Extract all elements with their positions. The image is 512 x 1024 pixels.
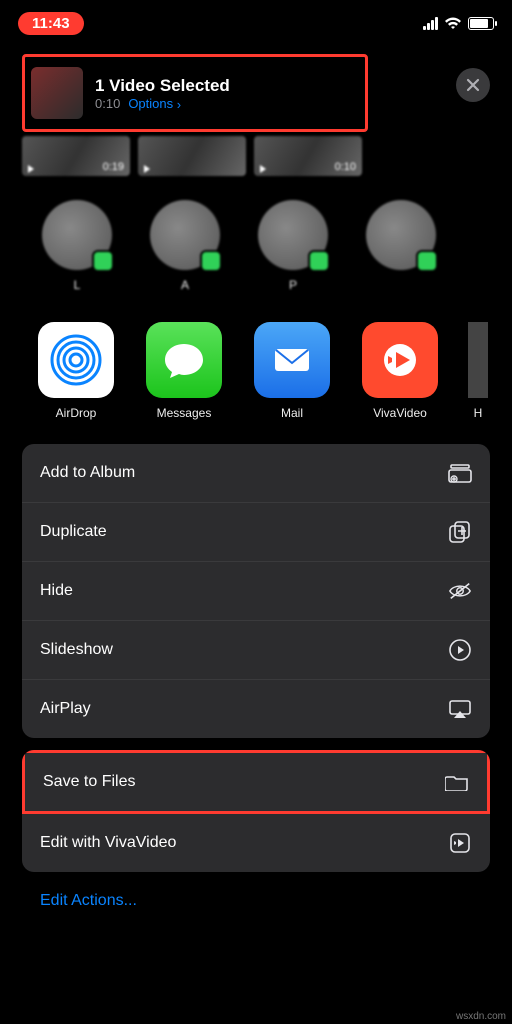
action-slideshow[interactable]: Slideshow (22, 621, 490, 680)
mail-icon (254, 322, 330, 398)
contact-name: P (289, 278, 297, 306)
status-bar: 11:43 (0, 0, 512, 40)
action-label: Hide (40, 582, 73, 600)
battery-icon (468, 17, 494, 30)
watermark: wsxdn.com (456, 1011, 506, 1022)
action-label: Add to Album (40, 464, 135, 482)
actions-list-2: Save to Files Edit with VivaVideo (22, 750, 490, 872)
app-icon (468, 322, 488, 398)
video-strip-item[interactable]: 0:19 (22, 136, 130, 176)
selected-media-card[interactable]: 1 Video Selected 0:10 Options › (22, 54, 368, 132)
app-label: VivaVideo (373, 406, 427, 420)
share-apps-row[interactable]: AirDrop Messages Mail VivaVideo H (36, 322, 512, 420)
cellular-signal-icon (423, 17, 438, 30)
video-strip[interactable]: 0:19 0:10 (22, 136, 490, 176)
avatar (42, 200, 112, 270)
imessage-badge-icon (308, 250, 330, 272)
contact[interactable] (362, 200, 440, 306)
app-label: Mail (281, 406, 303, 420)
app-label: Messages (157, 406, 212, 420)
action-airplay[interactable]: AirPlay (22, 680, 490, 738)
share-header: 1 Video Selected 0:10 Options › (22, 54, 490, 132)
action-label: AirPlay (40, 700, 91, 718)
airdrop-contacts-row[interactable]: L A P (38, 200, 512, 306)
action-save-to-files[interactable]: Save to Files (25, 753, 487, 811)
app-airdrop[interactable]: AirDrop (36, 322, 116, 420)
video-strip-item[interactable] (138, 136, 246, 176)
action-duplicate[interactable]: Duplicate (22, 503, 490, 562)
video-strip-item[interactable]: 0:10 (254, 136, 362, 176)
contact[interactable]: L (38, 200, 116, 306)
options-link[interactable]: Options › (128, 96, 181, 111)
messages-icon (146, 322, 222, 398)
contact-name: A (181, 278, 189, 306)
action-edit-vivavideo[interactable]: Edit with VivaVideo (22, 814, 490, 872)
avatar (258, 200, 328, 270)
hide-icon (448, 579, 472, 603)
imessage-badge-icon (416, 250, 438, 272)
close-button[interactable] (456, 68, 490, 102)
app-mail[interactable]: Mail (252, 322, 332, 420)
contact[interactable]: A (146, 200, 224, 306)
imessage-badge-icon (92, 250, 114, 272)
actions-list: Add to Album Duplicate Hide Slideshow Ai… (22, 444, 490, 738)
video-thumbnail (31, 67, 83, 119)
action-add-to-album[interactable]: Add to Album (22, 444, 490, 503)
action-label: Edit with VivaVideo (40, 834, 176, 852)
app-vivavideo[interactable]: VivaVideo (360, 322, 440, 420)
action-label: Duplicate (40, 523, 107, 541)
airplay-icon (448, 697, 472, 721)
app-more[interactable]: H (468, 322, 488, 420)
app-label: H (474, 406, 483, 420)
play-circle-icon (448, 638, 472, 662)
airdrop-icon (38, 322, 114, 398)
imessage-badge-icon (200, 250, 222, 272)
app-label: AirDrop (56, 406, 97, 420)
action-label: Save to Files (43, 773, 135, 791)
edit-actions-link[interactable]: Edit Actions... (40, 892, 472, 910)
chevron-right-icon: › (177, 97, 181, 112)
avatar (150, 200, 220, 270)
recording-time-pill[interactable]: 11:43 (18, 12, 84, 35)
selection-title: 1 Video Selected (95, 76, 230, 96)
duplicate-icon (448, 520, 472, 544)
avatar (366, 200, 436, 270)
status-icons (423, 17, 494, 30)
video-duration: 0:10 (95, 96, 120, 111)
wifi-icon (444, 17, 462, 30)
viva-edit-icon (448, 831, 472, 855)
contact[interactable]: P (254, 200, 332, 306)
action-hide[interactable]: Hide (22, 562, 490, 621)
folder-icon (445, 770, 469, 794)
app-messages[interactable]: Messages (144, 322, 224, 420)
close-icon (466, 78, 480, 92)
vivavideo-icon (362, 322, 438, 398)
action-label: Slideshow (40, 641, 113, 659)
contact-name: L (74, 278, 81, 306)
album-add-icon (448, 461, 472, 485)
